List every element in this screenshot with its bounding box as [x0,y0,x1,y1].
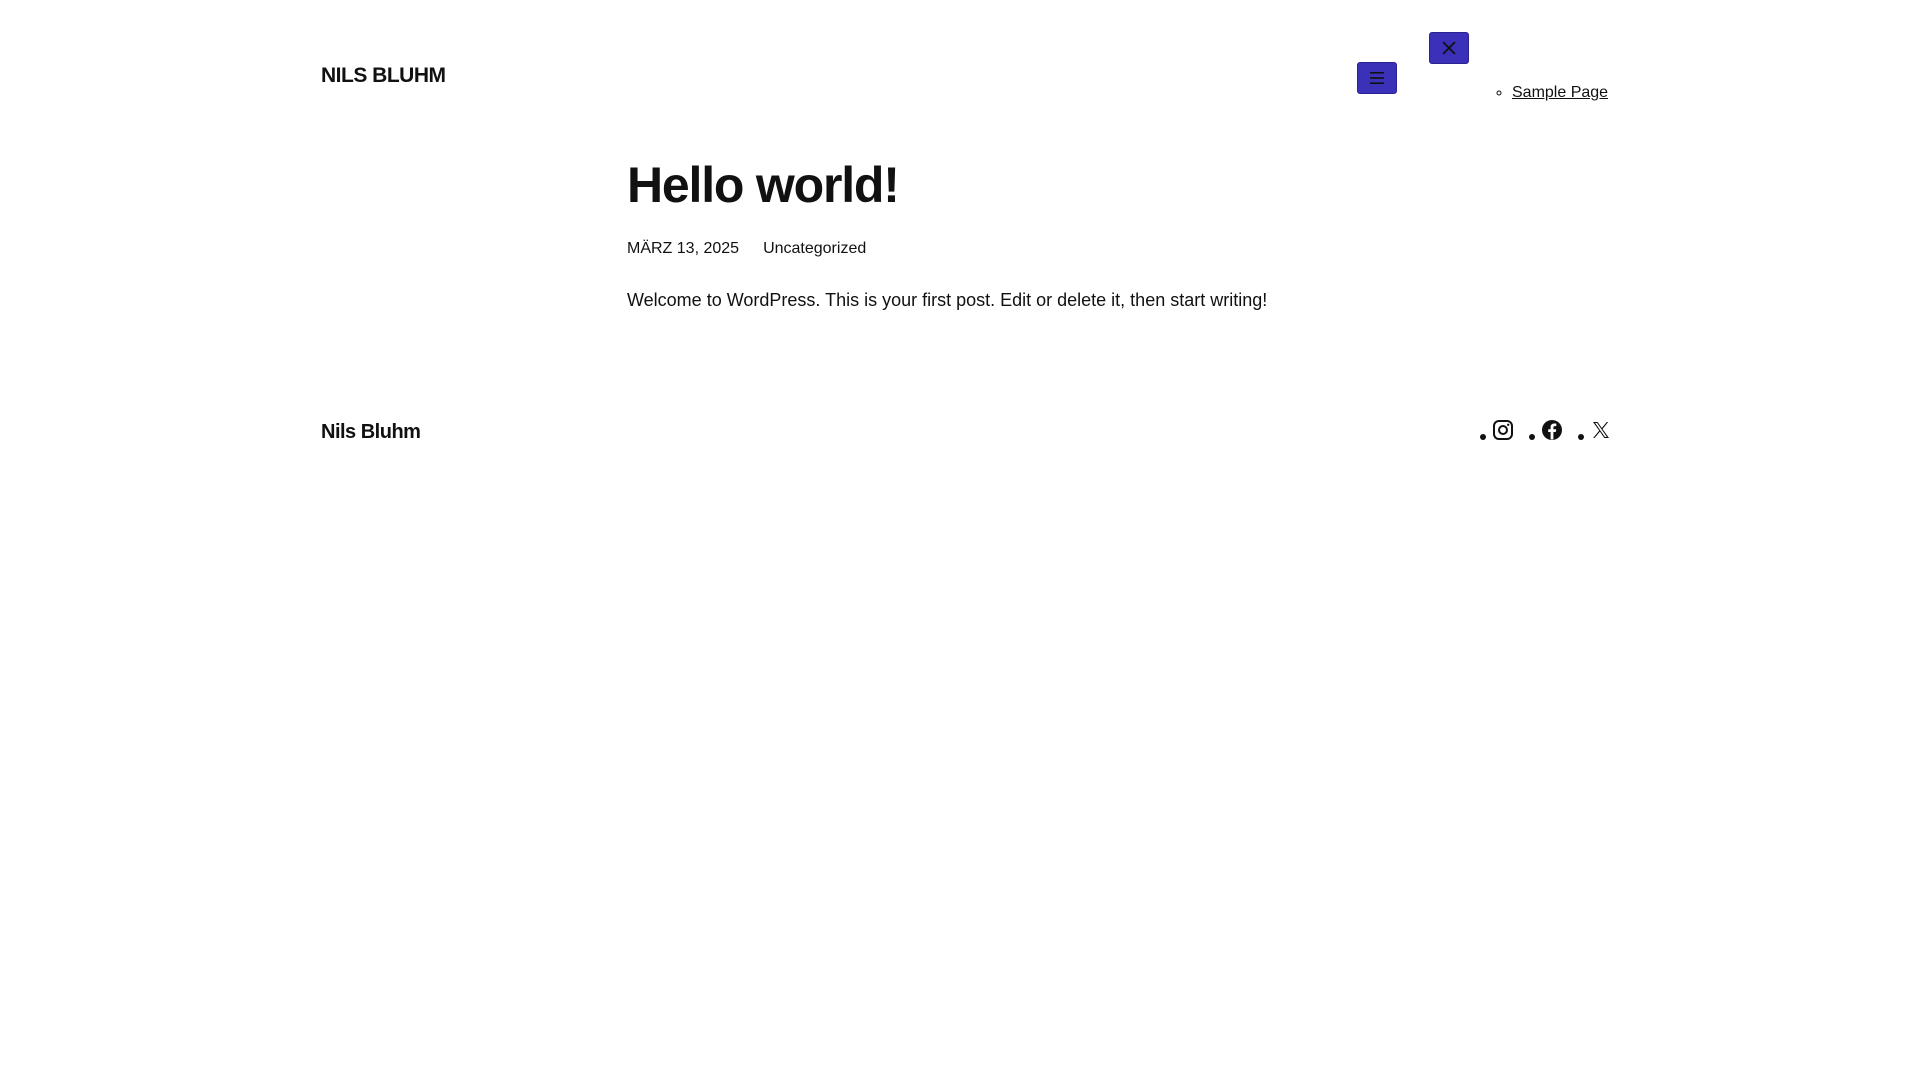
facebook-icon [1542,420,1562,440]
instagram-icon [1493,420,1513,440]
x-icon [1593,422,1609,438]
post-title[interactable]: Hello world! [627,150,1307,220]
social-link-instagram[interactable] [1480,418,1515,442]
site-header: NILS BLUHM Sample Page [0,0,1920,140]
list-bullet [1480,434,1486,440]
hamburger-menu-icon [1370,72,1384,84]
footer-site-title-link[interactable]: Nils Bluhm [321,421,421,444]
list-bullet [1578,434,1584,440]
nav-link-sample-page[interactable]: Sample Page [1512,84,1608,101]
menu-open-button[interactable] [1357,62,1397,94]
post-category-link[interactable]: Uncategorized [763,240,866,258]
menu-close-button[interactable] [1429,32,1469,64]
post-article: Hello world! MÄRZ 13, 2025 Uncategorized… [627,150,1307,315]
social-link-facebook[interactable] [1529,418,1564,442]
post-meta: MÄRZ 13, 2025 Uncategorized [627,240,1307,258]
post-date[interactable]: MÄRZ 13, 2025 [627,240,739,258]
site-title-link[interactable]: NILS BLUHM [321,64,446,88]
close-icon [1442,41,1456,55]
social-links [1480,418,1613,442]
site-footer: Nils Bluhm [0,410,1920,470]
nav-item: Sample Page [1512,84,1608,102]
post-content: Welcome to WordPress. This is your first… [627,290,1268,310]
primary-navigation: Sample Page [1490,84,1608,102]
list-bullet [1529,434,1535,440]
social-link-x[interactable] [1578,418,1613,442]
